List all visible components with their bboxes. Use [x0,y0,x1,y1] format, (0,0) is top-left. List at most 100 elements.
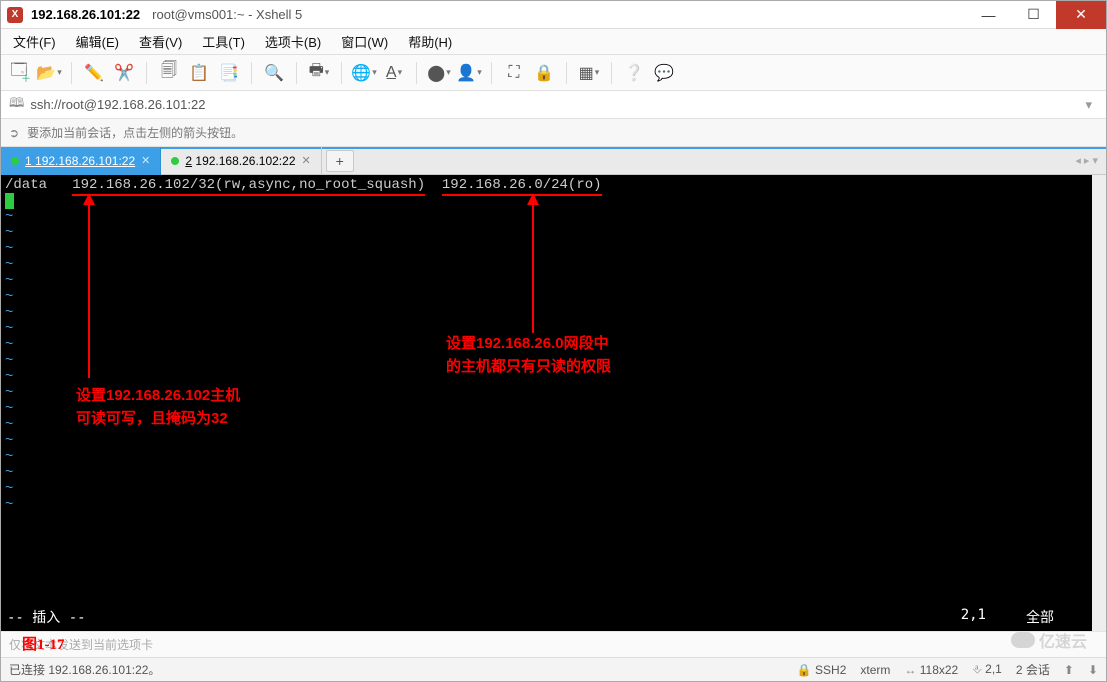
address-url[interactable]: ssh://root@192.168.26.101:22 [30,97,205,112]
vim-pos: 2,1 [961,607,986,627]
reconnect-icon[interactable]: ✏️ [84,63,104,83]
separator [611,62,612,84]
tilde: ~ [5,337,13,353]
separator [146,62,147,84]
status-ssh: SSH2 [815,663,846,677]
terminal[interactable]: /data 192.168.26.102/32(rw,async,no_root… [1,175,1106,631]
pos-icon: ⎀ [972,662,982,676]
tab-2-label: 192.168.26.102:22 [195,154,295,168]
menu-window[interactable]: 窗口(W) [333,29,396,54]
tilde: ~ [5,305,13,321]
chat-icon[interactable]: 💬 [654,63,674,83]
vim-mode: -- 插入 -- [7,607,86,627]
term-entry-1: 192.168.26.102/32(rw,async,no_root_squas… [72,177,425,196]
paste-icon[interactable]: 📑 [219,63,239,83]
tilde: ~ [5,417,13,433]
print-icon[interactable]: 🖶▾ [309,63,329,83]
tilde: ~ [5,497,13,513]
font-icon[interactable]: A̲▾ [384,63,404,83]
lock-small-icon: 🔒 [797,663,812,677]
minimize-button[interactable]: — [966,1,1011,29]
tilde: ~ [5,481,13,497]
properties-icon[interactable]: 🗐 [159,63,179,83]
open-session-icon[interactable]: 📂▾ [39,63,59,83]
tab-1-num: 1 [25,154,32,168]
statusbar: 已连接 192.168.26.101:22。 🔒 SSH2 xterm ↔ 11… [1,657,1106,681]
separator [251,62,252,84]
title-rest: root@vms001:~ - Xshell 5 [152,7,302,22]
lock-icon[interactable]: 🔒 [534,63,554,83]
term-path: /data [5,177,47,193]
new-session-icon[interactable]: 🗔＋ [9,63,29,83]
figure-label: 图1-17 [22,633,65,654]
app-icon: X [7,7,23,23]
separator [416,62,417,84]
fullscreen-icon[interactable]: ⛶ [504,63,524,83]
up-arrow-icon[interactable]: ⬆ [1064,663,1074,677]
tilde: ~ [5,385,13,401]
separator [341,62,342,84]
hint-arrow-icon[interactable]: ➲ [9,126,19,140]
hintbar: ➲ 要添加当前会话，点击左侧的箭头按钮。 [1,119,1106,147]
menu-help[interactable]: 帮助(H) [400,29,460,54]
annotation-arrow-line [532,203,534,333]
tilde: ~ [5,225,13,241]
menu-file[interactable]: 文件(F) [5,29,64,54]
annotation-left-line2: 可读可写，且掩码为32 [76,408,240,431]
tilde: ~ [5,209,13,225]
address-expand-icon[interactable]: ▾ [1079,97,1098,113]
window-controls: — ☐ ✕ [966,1,1106,29]
menu-tools[interactable]: 工具(T) [194,29,253,54]
globe-icon[interactable]: 🌐▾ [354,63,374,83]
status-sessions: 2 会话 [1016,661,1050,678]
help-icon[interactable]: ❔ [624,63,644,83]
menu-tabs[interactable]: 选项卡(B) [257,29,329,54]
tilde: ~ [5,433,13,449]
separator [71,62,72,84]
tilde: ~ [5,353,13,369]
bookmark-icon[interactable]: 🕮 [9,94,24,116]
titlebar: X 192.168.26.101:22 root@vms001:~ - Xshe… [1,1,1106,29]
tilde: ~ [5,257,13,273]
tilde: ~ [5,241,13,257]
tab-1-label: 192.168.26.101:22 [35,154,135,168]
close-button[interactable]: ✕ [1056,1,1106,29]
tab-1[interactable]: 1 192.168.26.101:22 ✕ [1,147,161,175]
cursor [5,193,14,209]
annotation-left: 设置192.168.26.102主机 可读可写，且掩码为32 [76,385,240,430]
annotation-right-line2: 的主机都只有只读的权限 [446,356,611,379]
separator [566,62,567,84]
tabsbar: 1 192.168.26.101:22 ✕ 2 192.168.26.102:2… [1,147,1106,175]
down-arrow-icon[interactable]: ⬇ [1088,663,1098,677]
status-size: 118x22 [920,663,958,677]
color-icon[interactable]: ⬤▾ [429,63,449,83]
annotation-right: 设置192.168.26.0网段中 的主机都只有只读的权限 [446,333,611,378]
tilde: ~ [5,321,13,337]
menu-view[interactable]: 查看(V) [131,29,190,54]
tab-2-num: 2 [185,154,192,168]
tilde: ~ [5,289,13,305]
status-term: xterm [860,663,890,677]
find-icon[interactable]: 🔍 [264,63,284,83]
tab-1-close-icon[interactable]: ✕ [141,154,150,167]
tab-nav-icons[interactable]: ◂ ▸ ▾ [1067,154,1106,167]
layout-icon[interactable]: ▦▾ [579,63,599,83]
status-dot-icon [11,157,19,165]
menu-edit[interactable]: 编辑(E) [68,29,127,54]
tilde: ~ [5,401,13,417]
vim-mode-line: -- 插入 -- 2,1 全部 [7,607,1074,627]
separator [296,62,297,84]
tab-2[interactable]: 2 192.168.26.102:22 ✕ [161,147,321,175]
copy-icon[interactable]: 📋 [189,63,209,83]
maximize-button[interactable]: ☐ [1011,1,1056,29]
status-connected: 已连接 192.168.26.101:22。 [9,661,160,678]
menubar: 文件(F) 编辑(E) 查看(V) 工具(T) 选项卡(B) 窗口(W) 帮助(… [1,29,1106,55]
disconnect-icon[interactable]: ✂️ [114,63,134,83]
tab-2-close-icon[interactable]: ✕ [302,154,311,167]
tilde: ~ [5,449,13,465]
status-pos: 2,1 [985,662,1002,676]
hint-text: 要添加当前会话，点击左侧的箭头按钮。 [27,124,243,141]
user-icon[interactable]: 👤▾ [459,63,479,83]
tab-add-button[interactable]: + [326,150,354,172]
addressbar: 🕮 ssh://root@192.168.26.101:22 ▾ [1,91,1106,119]
